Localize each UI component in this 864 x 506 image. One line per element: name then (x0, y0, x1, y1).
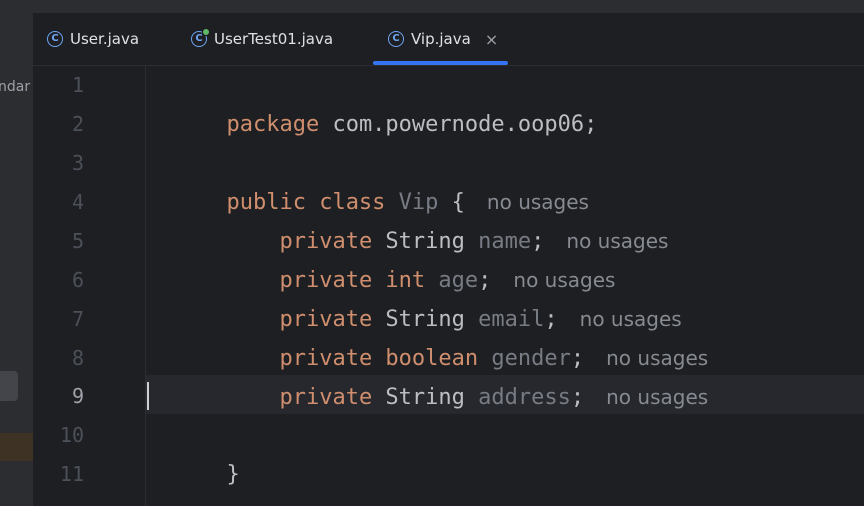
line-number: 2 (71, 112, 84, 136)
line-number: 3 (71, 151, 84, 175)
close-tab-icon[interactable]: × (485, 30, 498, 49)
project-tree-label[interactable]: ndar (0, 79, 30, 95)
type-name: String (372, 385, 465, 410)
line-number-current: 9 (71, 384, 84, 408)
line-number-gutter: 1 2 3 4 5 6 7 8 9 10 11 (33, 66, 146, 506)
text-caret (147, 382, 149, 410)
line-number: 4 (71, 190, 84, 214)
tab-label: Vip.java (411, 30, 471, 48)
class-run-icon: C (191, 28, 210, 47)
field-name: address (464, 385, 571, 410)
code-line-1[interactable]: package com.powernode.oop06; (147, 66, 597, 137)
tab-vip-java[interactable]: C Vip.java × (388, 13, 498, 65)
line-number: 1 (71, 73, 84, 97)
code-editor: C User.java C UserTest01.java C Vip.java… (33, 13, 864, 506)
code-line-7[interactable]: private boolean gender; no usages (147, 300, 708, 371)
line-number: 5 (71, 229, 84, 253)
tab-label: User.java (70, 30, 140, 48)
code-line-3[interactable]: public class Vip {no usages (147, 144, 588, 215)
keyword: package (226, 112, 320, 137)
tab-usertest01-java[interactable]: C UserTest01.java (191, 13, 333, 65)
window-top-strip (0, 0, 864, 14)
package-name: com.powernode.oop06; (319, 112, 598, 137)
editor-tab-bar: C User.java C UserTest01.java C Vip.java… (33, 13, 864, 66)
line-number: 8 (71, 346, 84, 370)
line-number: 10 (59, 423, 84, 447)
selected-tree-item[interactable] (0, 433, 33, 461)
code-line-8[interactable]: private String address; no usages (147, 339, 708, 410)
usage-hint[interactable]: no usages (606, 385, 708, 409)
keyword: private (279, 385, 373, 410)
line-number: 6 (71, 268, 84, 292)
line-number: 7 (71, 307, 84, 331)
run-indicator-icon (202, 28, 210, 36)
tab-label: UserTest01.java (214, 30, 334, 48)
code-line-10[interactable]: } (147, 416, 239, 487)
code-line-6[interactable]: private String email; no usages (147, 261, 681, 332)
semicolon: ; (570, 385, 585, 410)
project-panel: ndar (0, 13, 33, 506)
class-icon: C (388, 31, 404, 47)
class-icon: C (47, 31, 63, 47)
code-line-4[interactable]: private String name; no usages (147, 183, 668, 254)
code-area[interactable]: package com.powernode.oop06; public clas… (147, 66, 864, 506)
active-tab-indicator (373, 61, 508, 65)
panel-button[interactable] (0, 371, 18, 401)
line-number: 11 (59, 462, 84, 486)
closing-brace: } (226, 462, 240, 487)
tab-user-java[interactable]: C User.java (47, 13, 139, 65)
code-line-5[interactable]: private int age; no usages (147, 222, 615, 293)
